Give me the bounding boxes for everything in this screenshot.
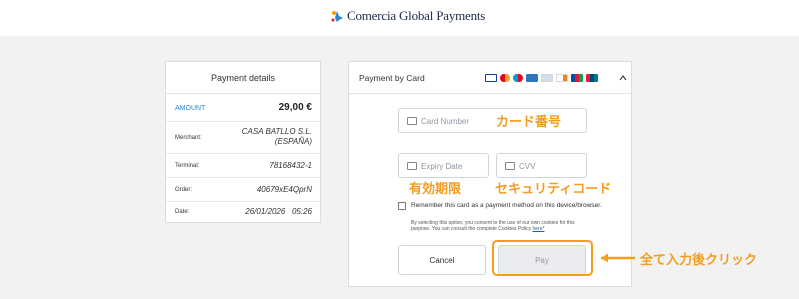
remember-card-checkbox[interactable] bbox=[398, 202, 406, 210]
merchant-label: Merchant: bbox=[175, 135, 202, 141]
arrow-left-icon bbox=[601, 253, 635, 263]
cookies-consent-text: By selecting this option, you consent to… bbox=[411, 220, 586, 232]
jcb-icon bbox=[571, 74, 583, 82]
cvv-field[interactable]: CVV bbox=[496, 153, 587, 178]
amex-icon bbox=[526, 74, 538, 82]
discover-icon bbox=[556, 74, 568, 82]
expiry-annotation: 有効期限 bbox=[409, 182, 462, 197]
top-bar: Comercia Global Payments bbox=[0, 0, 799, 36]
visa-icon bbox=[485, 74, 497, 82]
card-brands bbox=[485, 74, 598, 82]
star-logo-icon bbox=[331, 11, 343, 22]
card-number-placeholder: Card Number bbox=[421, 117, 470, 126]
logo-text: Comercia Global Payments bbox=[347, 8, 486, 23]
credit-card-icon bbox=[407, 117, 417, 125]
mastercard-icon bbox=[500, 74, 510, 82]
cvv-placeholder: CVV bbox=[519, 162, 536, 171]
order-label: Order: bbox=[175, 187, 193, 193]
maestro-icon bbox=[513, 74, 523, 82]
remember-card-label: Remember this card as a payment method o… bbox=[411, 202, 602, 209]
diners-icon bbox=[541, 74, 553, 82]
expiry-date-placeholder: Expiry Date bbox=[421, 162, 463, 171]
amount-value: 29,00 € bbox=[278, 102, 312, 113]
pay-button-highlight bbox=[492, 240, 593, 276]
cvv-annotation: セキュリティコード bbox=[495, 182, 612, 197]
card-number-annotation: カード番号 bbox=[496, 115, 562, 130]
payment-details-panel: Payment details AMOUNT 29,00 € Merchant:… bbox=[165, 61, 321, 223]
date-row: Date: 26/01/2026 05:26 bbox=[166, 202, 320, 222]
payment-by-card-header[interactable]: Payment by Card bbox=[349, 62, 631, 94]
expiry-date-field[interactable]: Expiry Date bbox=[398, 153, 489, 178]
card-cvv-icon bbox=[505, 162, 515, 170]
pay-annotation: 全て入力後クリック bbox=[640, 253, 758, 268]
date-label: Date: bbox=[175, 209, 190, 215]
amount-label: AMOUNT bbox=[175, 105, 206, 112]
merchant-row: Merchant: CASA BATLLO S.L. (ESPAÑA) bbox=[166, 122, 320, 154]
chevron-up-icon[interactable] bbox=[619, 74, 627, 82]
calendar-icon bbox=[407, 162, 417, 170]
payment-by-card-title: Payment by Card bbox=[359, 73, 425, 83]
cookies-policy-link[interactable]: here* bbox=[532, 226, 544, 232]
cookies-consent-body: By selecting this option, you consent to… bbox=[411, 220, 575, 232]
payment-details-title: Payment details bbox=[166, 62, 320, 94]
terminal-value: 78168432-1 bbox=[269, 161, 312, 170]
logo: Comercia Global Payments bbox=[330, 8, 485, 24]
unionpay-icon bbox=[586, 74, 598, 82]
merchant-value: CASA BATLLO S.L. (ESPAÑA) bbox=[241, 127, 312, 146]
amount-row: AMOUNT 29,00 € bbox=[166, 94, 320, 122]
order-row: Order: 40679xE4QprN bbox=[166, 178, 320, 202]
cancel-button[interactable]: Cancel bbox=[398, 245, 486, 275]
terminal-row: Terminal: 78168432-1 bbox=[166, 154, 320, 178]
terminal-label: Terminal: bbox=[175, 163, 200, 169]
date-value: 26/01/2026 05:26 bbox=[245, 207, 312, 216]
order-value: 40679xE4QprN bbox=[256, 185, 312, 194]
